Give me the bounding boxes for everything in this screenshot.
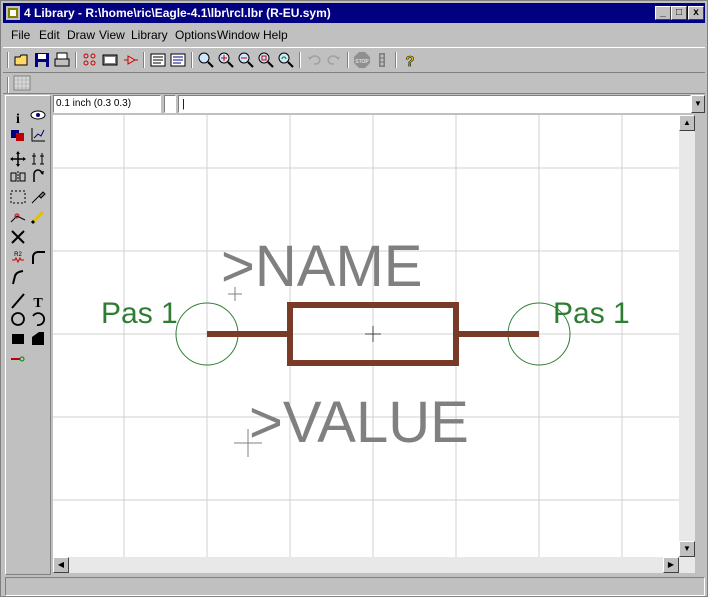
name-placeholder[interactable]: >NAME bbox=[221, 234, 422, 299]
zoom-fit-icon[interactable] bbox=[197, 51, 215, 69]
move-icon[interactable] bbox=[9, 150, 27, 168]
circle-icon[interactable] bbox=[9, 310, 27, 328]
miter-icon[interactable] bbox=[29, 248, 47, 266]
toolbar-grip bbox=[7, 52, 9, 68]
scr-icon[interactable] bbox=[149, 51, 167, 69]
secondary-toolbar bbox=[3, 73, 705, 94]
toolbar-separator bbox=[143, 52, 145, 68]
script-icon[interactable] bbox=[101, 51, 119, 69]
vertical-scrollbar[interactable]: ▲ ▼ bbox=[679, 115, 695, 573]
help-icon[interactable]: ? bbox=[401, 51, 419, 69]
copy-icon[interactable] bbox=[29, 150, 47, 168]
rotate-icon[interactable] bbox=[29, 168, 47, 186]
grid-indicator bbox=[164, 95, 176, 113]
command-history-dropdown[interactable]: ▼ bbox=[691, 95, 705, 113]
menu-bar: File Edit Draw View Library Options Wind… bbox=[3, 25, 705, 45]
change-icon[interactable] bbox=[29, 188, 47, 206]
app-window: 4 Library - R:\home\ric\Eagle-4.1\lbr\rc… bbox=[0, 0, 708, 597]
stop-icon[interactable]: STOP bbox=[353, 51, 371, 69]
app-icon bbox=[6, 6, 20, 20]
print-icon[interactable] bbox=[53, 51, 71, 69]
command-input[interactable] bbox=[178, 95, 691, 113]
layer-grid-icon[interactable] bbox=[13, 74, 31, 92]
mark-icon[interactable] bbox=[29, 126, 47, 144]
save-icon[interactable] bbox=[33, 51, 51, 69]
wire-icon[interactable] bbox=[9, 292, 27, 310]
redraw-icon[interactable] bbox=[277, 51, 295, 69]
menu-library[interactable]: Library bbox=[131, 28, 168, 42]
value-icon[interactable]: R2 bbox=[9, 248, 27, 266]
toolbar-separator bbox=[191, 52, 193, 68]
grid-lines bbox=[53, 115, 679, 557]
scroll-down-icon[interactable]: ▼ bbox=[679, 541, 695, 557]
go-icon[interactable] bbox=[373, 51, 391, 69]
show-icon[interactable] bbox=[29, 106, 47, 124]
open-icon[interactable] bbox=[13, 51, 31, 69]
svg-text:STOP: STOP bbox=[355, 59, 369, 65]
zoom-in-icon[interactable] bbox=[217, 51, 235, 69]
main-toolbar: STOP ? bbox=[3, 47, 705, 73]
toolbar-separator bbox=[299, 52, 301, 68]
close-button[interactable]: x bbox=[688, 6, 704, 20]
menu-help[interactable]: Help bbox=[263, 28, 288, 42]
arc-icon[interactable] bbox=[29, 310, 47, 328]
menu-edit[interactable]: Edit bbox=[39, 28, 60, 42]
scroll-right-icon[interactable]: ▶ bbox=[663, 557, 679, 573]
minimize-button[interactable]: _ bbox=[655, 6, 671, 20]
ulp-run-icon[interactable] bbox=[169, 51, 187, 69]
menu-file[interactable]: File bbox=[11, 28, 30, 42]
drawing-canvas[interactable]: >NAME >VALUE Pas 1 Pas 1 bbox=[53, 115, 679, 557]
menu-window[interactable]: Window bbox=[217, 28, 260, 42]
horizontal-scrollbar[interactable]: ◀ ▶ bbox=[53, 557, 679, 573]
svg-text:?: ? bbox=[405, 53, 414, 69]
maximize-button[interactable]: □ bbox=[671, 6, 687, 20]
schematic-symbol[interactable]: >NAME >VALUE Pas 1 Pas 1 bbox=[53, 115, 679, 557]
menu-view[interactable]: View bbox=[99, 28, 125, 42]
zoom-select-icon[interactable] bbox=[257, 51, 275, 69]
svg-text:i: i bbox=[16, 112, 20, 126]
polygon-icon[interactable] bbox=[29, 330, 47, 348]
scroll-left-icon[interactable]: ◀ bbox=[53, 557, 69, 573]
svg-text:R2: R2 bbox=[14, 252, 22, 258]
text-icon[interactable]: T bbox=[29, 292, 47, 310]
toolbar-separator bbox=[347, 52, 349, 68]
window-title: 4 Library - R:\home\ric\Eagle-4.1\lbr\rc… bbox=[24, 6, 331, 20]
group-icon[interactable] bbox=[9, 188, 27, 206]
toolbar-separator bbox=[75, 52, 77, 68]
zoom-out-icon[interactable] bbox=[237, 51, 255, 69]
name-icon[interactable] bbox=[29, 208, 47, 226]
svg-text:T: T bbox=[33, 296, 43, 310]
pin-left-label: Pas 1 bbox=[101, 297, 178, 330]
split-icon[interactable] bbox=[9, 208, 27, 226]
command-toolbar: i R2 T bbox=[5, 95, 51, 575]
command-line: 0.1 inch (0.3 0.3) ▼ bbox=[53, 95, 705, 113]
menu-draw[interactable]: Draw bbox=[67, 28, 95, 42]
menu-options[interactable]: Options bbox=[175, 28, 216, 42]
undo-icon[interactable] bbox=[305, 51, 323, 69]
cam-icon[interactable] bbox=[81, 51, 99, 69]
scroll-up-icon[interactable]: ▲ bbox=[679, 115, 695, 131]
delete-icon[interactable] bbox=[9, 228, 27, 246]
info-icon[interactable]: i bbox=[9, 108, 27, 126]
mirror-icon[interactable] bbox=[9, 168, 27, 186]
redo-icon[interactable] bbox=[325, 51, 343, 69]
display-icon[interactable] bbox=[9, 126, 27, 144]
pin-icon[interactable] bbox=[9, 350, 27, 368]
symbol-origin-cross bbox=[365, 326, 381, 342]
grid-display: 0.1 inch (0.3 0.3) bbox=[53, 95, 161, 113]
ulp-icon[interactable] bbox=[121, 51, 139, 69]
value-placeholder[interactable]: >VALUE bbox=[249, 390, 469, 455]
toolbar-separator bbox=[395, 52, 397, 68]
toolbar-grip bbox=[7, 77, 9, 93]
status-bar bbox=[5, 577, 705, 596]
smash-icon[interactable] bbox=[9, 268, 27, 286]
title-bar[interactable]: 4 Library - R:\home\ric\Eagle-4.1\lbr\rc… bbox=[3, 3, 705, 23]
pin-right-label: Pas 1 bbox=[553, 297, 630, 330]
rect-icon[interactable] bbox=[9, 330, 27, 348]
